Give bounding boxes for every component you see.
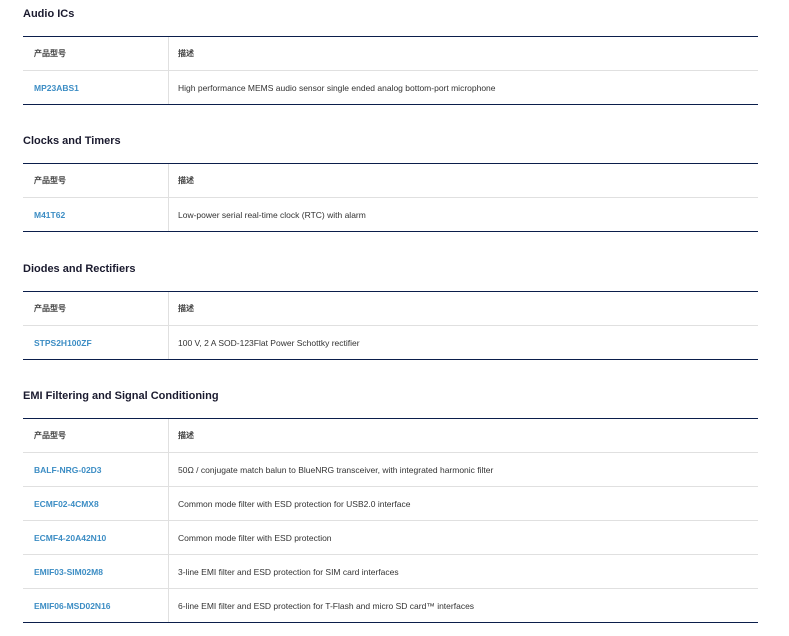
- part-number-link[interactable]: ECMF4-20A42N10: [34, 533, 106, 543]
- part-number-link[interactable]: ECMF02-4CMX8: [34, 499, 99, 509]
- column-header-part: 产品型号: [23, 419, 169, 452]
- table-row: EMIF03-SIM02M8 3-line EMI filter and ESD…: [23, 555, 758, 589]
- part-description: Common mode filter with ESD protection: [178, 532, 332, 543]
- product-table: 产品型号 描述 STPS2H100ZF 100 V, 2 A SOD-123Fl…: [23, 291, 758, 360]
- part-description: High performance MEMS audio sensor singl…: [178, 82, 496, 93]
- part-number-link[interactable]: EMIF06-MSD02N16: [34, 601, 111, 611]
- part-description: 50Ω / conjugate match balun to BlueNRG t…: [178, 464, 494, 475]
- table-row: MP23ABS1 High performance MEMS audio sen…: [23, 71, 758, 104]
- part-number-link[interactable]: BALF-NRG-02D3: [34, 465, 102, 475]
- part-description: Low-power serial real-time clock (RTC) w…: [178, 209, 366, 220]
- part-description: 6-line EMI filter and ESD protection for…: [178, 600, 475, 611]
- part-number-link[interactable]: STPS2H100ZF: [34, 338, 92, 348]
- section-title: Diodes and Rectifiers: [23, 263, 136, 275]
- part-number-link[interactable]: M41T62: [34, 210, 65, 220]
- column-header-part: 产品型号: [23, 292, 169, 325]
- section-title: Audio ICs: [23, 8, 75, 20]
- column-header-part: 产品型号: [23, 37, 169, 70]
- column-header-part: 产品型号: [23, 164, 169, 197]
- section-title: Clocks and Timers: [23, 135, 121, 147]
- table-row: BALF-NRG-02D3 50Ω / conjugate match balu…: [23, 453, 758, 487]
- part-description: 3-line EMI filter and ESD protection for…: [178, 566, 399, 577]
- product-table: 产品型号 描述 MP23ABS1 High performance MEMS a…: [23, 36, 758, 105]
- section-title: EMI Filtering and Signal Conditioning: [23, 390, 219, 402]
- table-header-row: 产品型号 描述: [23, 292, 758, 326]
- section-emi-filtering: EMI Filtering and Signal Conditioning 产品…: [23, 389, 758, 623]
- table-row: M41T62 Low-power serial real-time clock …: [23, 198, 758, 231]
- part-number-link[interactable]: MP23ABS1: [34, 83, 79, 93]
- column-header-desc: 描述: [178, 176, 194, 185]
- table-header-row: 产品型号 描述: [23, 164, 758, 198]
- table-header-row: 产品型号 描述: [23, 419, 758, 453]
- column-header-desc: 描述: [178, 304, 194, 313]
- column-header-desc: 描述: [178, 49, 194, 58]
- product-table: 产品型号 描述 M41T62 Low-power serial real-tim…: [23, 163, 758, 232]
- column-header-desc: 描述: [178, 431, 194, 440]
- part-number-link[interactable]: EMIF03-SIM02M8: [34, 567, 103, 577]
- section-clocks-and-timers: Clocks and Timers 产品型号 描述 M41T62 Low-pow…: [23, 134, 758, 232]
- table-header-row: 产品型号 描述: [23, 37, 758, 71]
- product-table: 产品型号 描述 BALF-NRG-02D3 50Ω / conjugate ma…: [23, 418, 758, 623]
- table-row: ECMF02-4CMX8 Common mode filter with ESD…: [23, 487, 758, 521]
- section-diodes-and-rectifiers: Diodes and Rectifiers 产品型号 描述 STPS2H100Z…: [23, 262, 758, 360]
- table-row: EMIF06-MSD02N16 6-line EMI filter and ES…: [23, 589, 758, 622]
- part-description: 100 V, 2 A SOD-123Flat Power Schottky re…: [178, 337, 360, 348]
- table-row: STPS2H100ZF 100 V, 2 A SOD-123Flat Power…: [23, 326, 758, 359]
- section-audio-ics: Audio ICs 产品型号 描述 MP23ABS1 High performa…: [23, 7, 758, 105]
- part-description: Common mode filter with ESD protection f…: [178, 498, 411, 509]
- table-row: ECMF4-20A42N10 Common mode filter with E…: [23, 521, 758, 555]
